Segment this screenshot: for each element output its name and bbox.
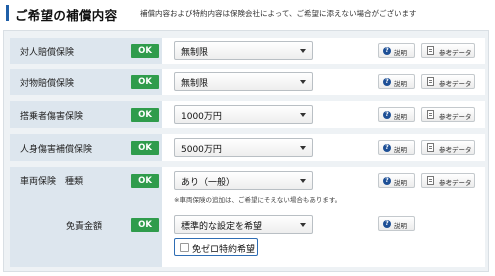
select-value: 無制限 [181,79,209,89]
row-value-cell: あり（一般） ※車両保険の追加は、ご希望にそえない場合もあります。 ? 説明 参… [162,167,485,208]
explain-label: 説明 [394,146,407,154]
reference-label: 参考データ [439,113,472,121]
row-label: 対物賠償保険 [20,79,75,89]
question-icon: ? [383,143,391,152]
row-label-cell: 人身傷害補償保険 OK [10,134,162,161]
explain-button[interactable]: ? 説明 [378,173,415,188]
coverage-row-bodily-injury: 対人賠償保険 OK 無制限 ? 説明 参考データ [10,38,485,64]
explain-label: 説明 [394,113,407,121]
vehicle-type-select[interactable]: あり（一般） [174,171,313,190]
row-label: 車両保険 種類 [20,177,84,187]
document-icon [427,176,434,185]
zero-deductible-option[interactable]: 免ゼロ特約希望 [174,238,258,256]
deductible-label: 免責金額 [66,222,103,232]
reference-label: 参考データ [439,179,472,187]
zero-deductible-label: 免ゼロ特約希望 [192,245,256,255]
coverage-select[interactable]: 無制限 [174,72,313,91]
reference-data-button[interactable]: 参考データ [421,140,475,155]
ok-badge: OK [131,141,159,155]
row-label-cell: 免責金額 OK [10,208,162,267]
question-icon: ? [383,219,391,228]
explain-button[interactable]: ? 説明 [378,107,415,122]
header-accent-bar [6,5,9,21]
vehicle-remark: ※車両保険の追加は、ご希望にそえない場合もあります。 [174,196,342,204]
explain-label: 説明 [394,49,407,57]
row-label: 人身傷害補償保険 [20,145,93,155]
row-value-cell: 5000万円 ? 説明 参考データ [162,134,485,161]
coverage-select[interactable]: 5000万円 [174,138,313,157]
chevron-down-icon [300,179,306,183]
ok-badge: OK [131,44,159,58]
zero-deductible-checkbox[interactable] [180,243,189,252]
row-label: 搭乗者傷害保険 [20,112,84,122]
section-note: 補償内容および特約内容は保険会社によって、ご希望に添えない場合がございます [140,9,417,18]
row-value-cell: 1000万円 ? 説明 参考データ [162,101,485,128]
explain-button[interactable]: ? 説明 [378,43,415,58]
select-value: 5000万円 [181,145,222,155]
select-value: 1000万円 [181,112,222,122]
ok-badge: OK [131,174,159,188]
reference-label: 参考データ [439,80,472,88]
row-value-cell: 無制限 ? 説明 参考データ [162,38,485,64]
chevron-down-icon [300,146,306,150]
coverage-row-deductible: 免責金額 OK 標準的な設定を希望 ? 説明 免ゼロ特約希望 [10,208,485,267]
coverage-row-vehicle: 車両保険 種類 OK あり（一般） ※車両保険の追加は、ご希望にそえない場合もあ… [10,167,485,208]
ok-badge: OK [131,108,159,122]
explain-label: 説明 [394,179,407,187]
row-label-cell: 車両保険 種類 OK [10,167,162,208]
coverage-row-property-damage: 対物賠償保険 OK 無制限 ? 説明 参考データ [10,69,485,95]
reference-data-button[interactable]: 参考データ [421,74,475,89]
coverage-select[interactable]: 1000万円 [174,105,313,124]
explain-button[interactable]: ? 説明 [378,216,415,231]
question-icon: ? [383,110,391,119]
row-label-cell: 搭乗者傷害保険 OK [10,101,162,128]
coverage-panel: 対人賠償保険 OK 無制限 ? 説明 参考データ 対物賠償保険 OK 無制限 ?… [3,30,489,272]
explain-button[interactable]: ? 説明 [378,74,415,89]
row-label-cell: 対人賠償保険 OK [10,38,162,64]
row-value-cell: 無制限 ? 説明 参考データ [162,69,485,95]
ok-badge: OK [131,75,159,89]
document-icon [427,46,434,55]
chevron-down-icon [300,113,306,117]
document-icon [427,110,434,119]
question-icon: ? [383,176,391,185]
row-label-cell: 対物賠償保険 OK [10,69,162,95]
reference-label: 参考データ [439,146,472,154]
reference-data-button[interactable]: 参考データ [421,43,475,58]
section-title: ご希望の補償内容 [15,8,118,23]
document-icon [427,77,434,86]
document-icon [427,143,434,152]
select-value: あり（一般） [181,178,236,188]
reference-data-button[interactable]: 参考データ [421,173,475,188]
chevron-down-icon [300,80,306,84]
explain-button[interactable]: ? 説明 [378,140,415,155]
chevron-down-icon [300,223,306,227]
select-value: 無制限 [181,48,209,58]
row-value-cell: 標準的な設定を希望 ? 説明 免ゼロ特約希望 [162,208,485,267]
explain-label: 説明 [394,222,407,230]
coverage-row-personal-injury: 人身傷害補償保険 OK 5000万円 ? 説明 参考データ [10,134,485,161]
select-value: 標準的な設定を希望 [181,222,263,232]
deductible-select[interactable]: 標準的な設定を希望 [174,215,313,234]
coverage-row-passenger-injury: 搭乗者傷害保険 OK 1000万円 ? 説明 参考データ [10,101,485,128]
coverage-select[interactable]: 無制限 [174,41,313,60]
question-icon: ? [383,46,391,55]
chevron-down-icon [300,49,306,53]
row-label: 対人賠償保険 [20,48,75,58]
question-icon: ? [383,77,391,86]
explain-label: 説明 [394,80,407,88]
section-header: ご希望の補償内容 補償内容および特約内容は保険会社によって、ご希望に添えない場合… [0,0,495,28]
ok-badge: OK [131,218,159,232]
reference-label: 参考データ [439,49,472,57]
reference-data-button[interactable]: 参考データ [421,107,475,122]
